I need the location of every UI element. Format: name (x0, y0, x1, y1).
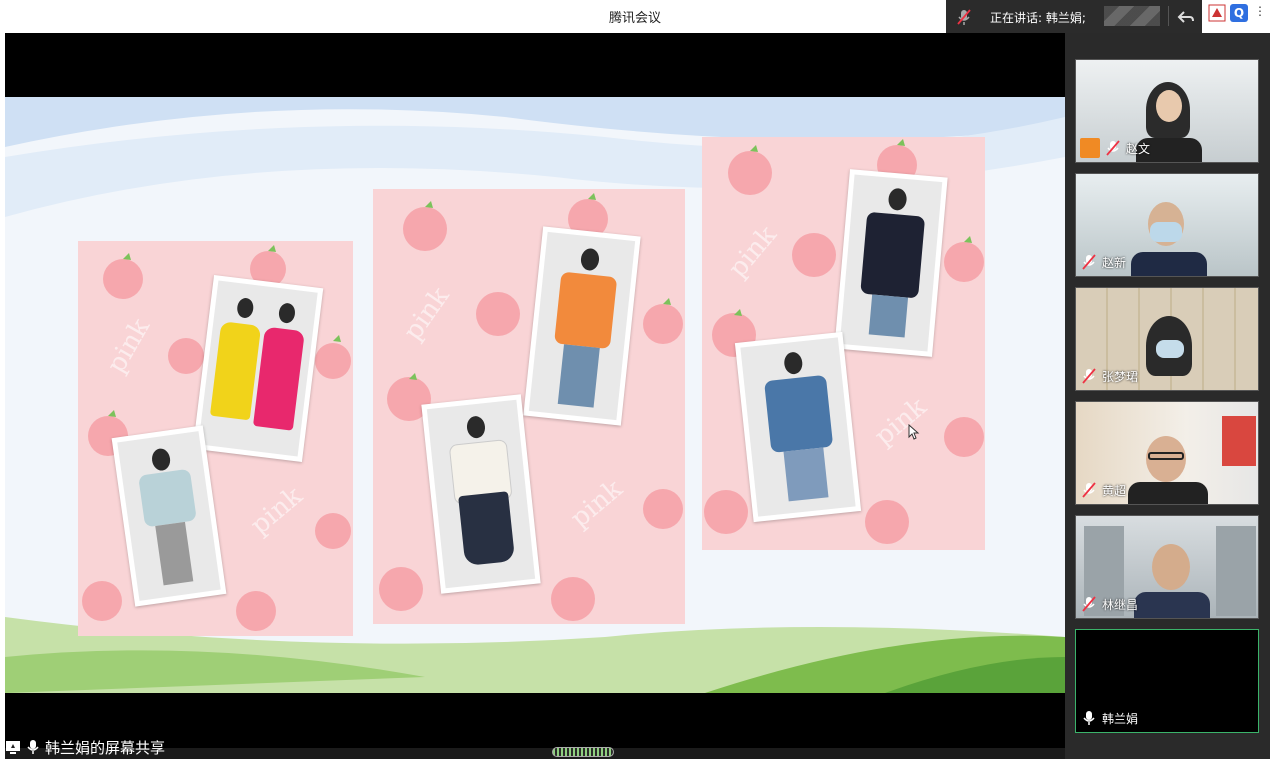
person-body (1134, 592, 1210, 618)
photo-content (117, 431, 221, 601)
yellow-dress (209, 321, 262, 421)
participant-tile[interactable]: 张梦珺 (1075, 287, 1259, 391)
blurred-name (1104, 6, 1160, 26)
head (277, 302, 297, 325)
sweater (138, 468, 197, 528)
head (465, 415, 487, 440)
orange-jacket (554, 271, 618, 350)
screen-share-label: 韩兰娟的屏幕共享 (5, 737, 165, 757)
photo-content (740, 337, 856, 517)
glasses (1148, 452, 1184, 460)
photo-content (839, 174, 943, 352)
head (236, 297, 255, 319)
jeans (557, 344, 600, 408)
photo-two-women-dresses (192, 274, 324, 463)
speaking-indicator[interactable]: 正在讲话: 韩兰娟; (946, 0, 1202, 33)
jeans (868, 294, 909, 338)
mic-muted-icon (1082, 596, 1096, 612)
photo-content (528, 231, 636, 421)
participant-name-row: 韩兰娟 (1080, 708, 1138, 728)
mic-icon (1083, 711, 1095, 725)
back-arrow-icon[interactable] (1176, 7, 1196, 27)
face-mask (1150, 222, 1182, 242)
participant-tile-active[interactable]: 韩兰娟 (1075, 629, 1259, 733)
photo-content (198, 280, 318, 457)
jeans (783, 447, 829, 502)
participant-name-row: 赵文 (1080, 138, 1150, 158)
participant-name-row: 张梦珺 (1080, 366, 1138, 386)
mouse-cursor-icon (908, 424, 920, 440)
participant-name: 韩兰娟 (1102, 711, 1139, 726)
pants (155, 521, 194, 586)
participant-name-row: 赵新 (1080, 252, 1126, 272)
person-face (1152, 544, 1190, 590)
participant-name: 黄超 (1102, 483, 1127, 498)
denim-shirt (764, 374, 834, 453)
screen-share-icon (6, 741, 20, 754)
mic-icon (27, 740, 39, 754)
photo-dark-jacket (834, 169, 948, 357)
wall-poster (1222, 416, 1256, 466)
participant-name-row: 黄超 (1080, 480, 1126, 500)
person-body (1131, 252, 1207, 276)
face-mask (1156, 340, 1184, 358)
cabinet (1216, 526, 1256, 616)
avatar (1080, 138, 1100, 158)
participant-tile[interactable]: 黄超 (1075, 401, 1259, 505)
system-tray: Q ⋮ (1204, 2, 1270, 26)
photo-content (426, 399, 536, 589)
participant-tile[interactable]: 林继昌 (1075, 515, 1259, 619)
dark-jacket (860, 211, 926, 299)
participant-sidebar: 赵文 赵新 张梦珺 黄超 林继昌 韩兰娟 (1065, 33, 1270, 759)
navy-skirt (458, 491, 516, 567)
head (579, 247, 601, 272)
pink-dress (252, 326, 305, 431)
toolbar-handle[interactable] (552, 747, 614, 757)
divider (1168, 6, 1169, 26)
mic-muted-icon (1106, 140, 1120, 156)
presentation-slide: pink pink pink pink pink pink (5, 97, 1065, 693)
head (783, 351, 804, 376)
head (887, 187, 908, 212)
photo-board-3: pink pink (702, 137, 985, 550)
participant-tile[interactable]: 赵新 (1075, 173, 1259, 277)
mic-muted-icon (1082, 368, 1096, 384)
q-app-icon[interactable]: Q (1230, 4, 1248, 22)
mic-muted-icon[interactable] (954, 7, 974, 27)
participant-tile[interactable]: 赵文 (1075, 59, 1259, 163)
mic-muted-icon (1082, 482, 1096, 498)
participant-name-row: 林继昌 (1080, 594, 1138, 614)
photo-board-2: pink pink (373, 189, 685, 624)
person-face (1156, 90, 1182, 122)
tray-app-icon[interactable] (1208, 4, 1226, 22)
participant-name: 张梦珺 (1102, 369, 1139, 384)
speaking-label: 正在讲话: 韩兰娟; (990, 11, 1086, 25)
mic-muted-icon (1082, 254, 1096, 270)
photo-white-jacket (421, 394, 541, 594)
head (150, 447, 172, 472)
tray-more-icon[interactable]: ⋮ (1254, 4, 1266, 22)
photo-board-1: pink pink (78, 241, 353, 636)
photo-orange-jacket (523, 226, 641, 426)
person-body (1128, 482, 1208, 504)
participant-name: 赵文 (1126, 141, 1151, 156)
participant-name: 林继昌 (1102, 597, 1139, 612)
photo-denim-shirt (734, 331, 862, 523)
participant-name: 赵新 (1102, 255, 1127, 270)
screen-share-text: 韩兰娟的屏幕共享 (45, 738, 166, 757)
